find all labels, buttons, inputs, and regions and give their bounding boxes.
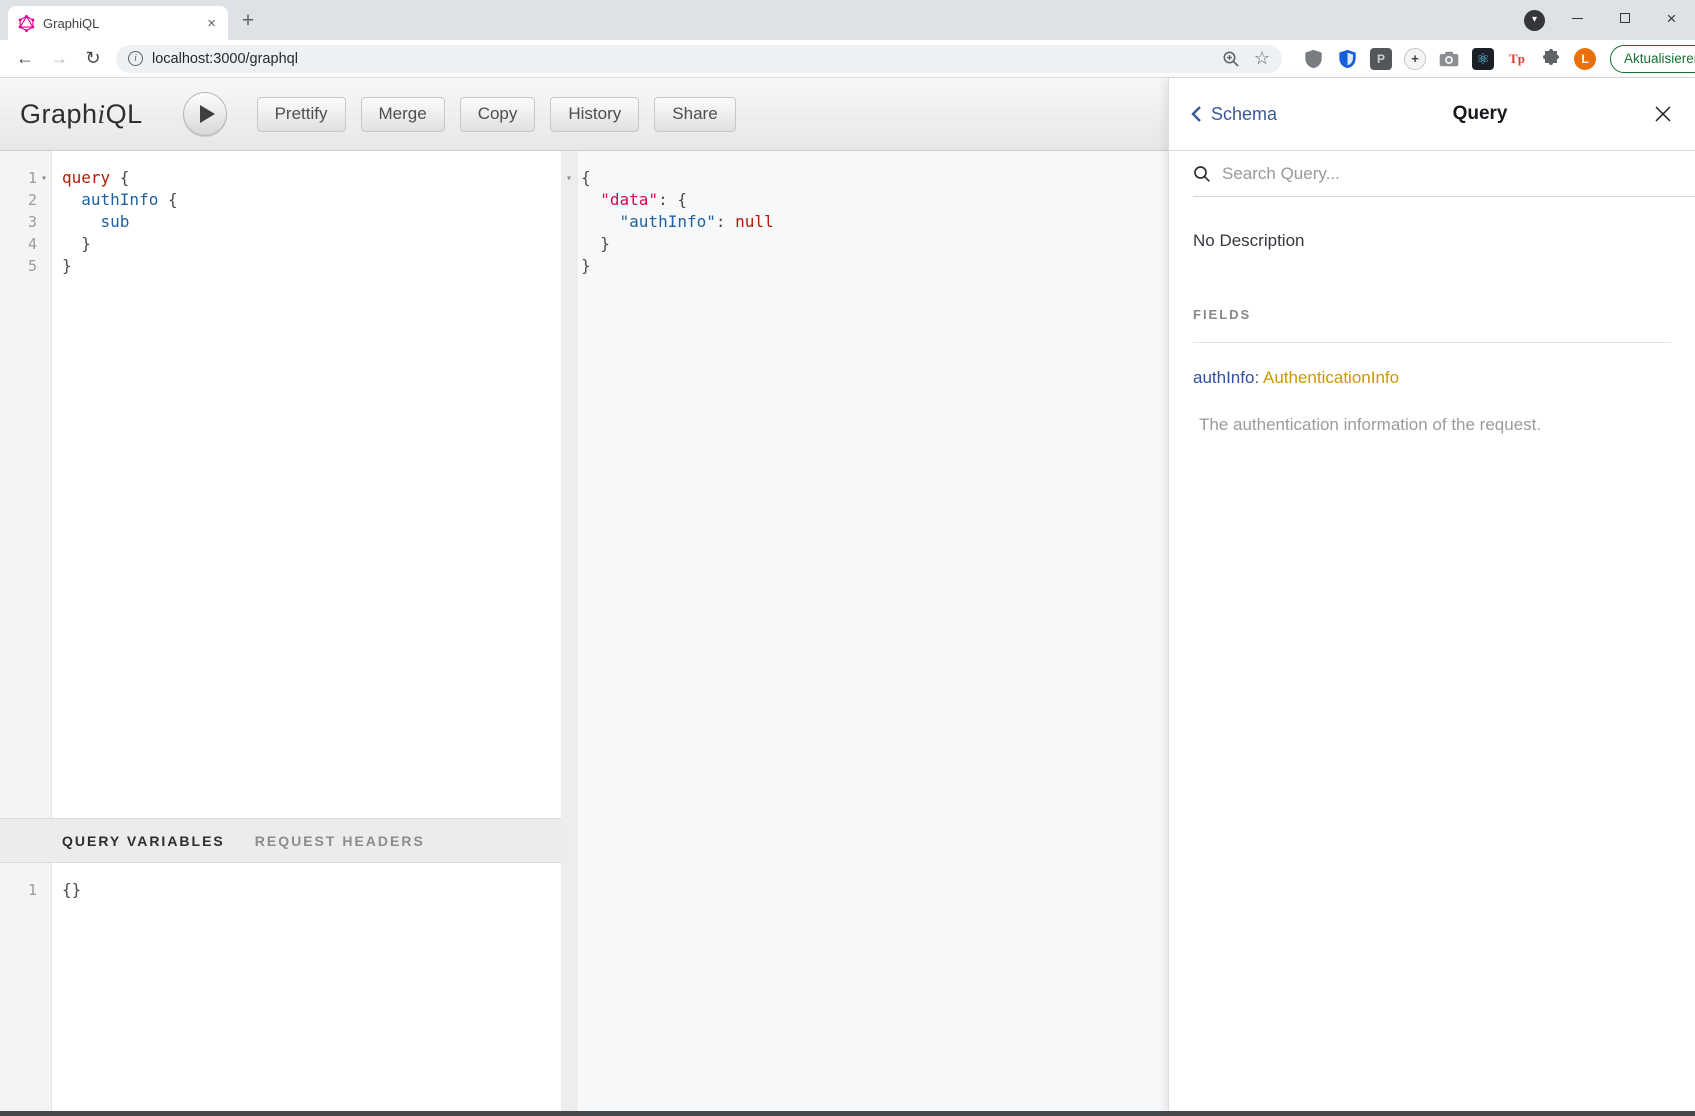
minimize-icon <box>1572 18 1583 19</box>
doc-explorer-header: Schema Query <box>1169 78 1695 151</box>
copy-button[interactable]: Copy <box>460 97 536 132</box>
variables-editor[interactable]: 1 {} <box>0 863 561 1111</box>
tab-request-headers[interactable]: REQUEST HEADERS <box>255 833 425 849</box>
react-devtools-icon[interactable]: ⚛ <box>1472 48 1494 70</box>
browser-navbar: ← → ↻ i localhost:3000/graphql ☆ P + ⚛ <box>0 40 1695 78</box>
close-x-icon <box>1653 104 1673 124</box>
doc-close-button[interactable] <box>1653 104 1673 124</box>
new-tab-button[interactable]: + <box>234 8 262 36</box>
titlebar-caret-icon[interactable]: ▾ <box>1524 10 1545 31</box>
p-extension-icon[interactable]: P <box>1370 48 1392 70</box>
result-fold-gutter: ▾ <box>561 151 578 1111</box>
type-description: No Description <box>1193 231 1671 251</box>
query-editor[interactable]: 1▾2345 query { authInfo { sub }} <box>0 151 561 818</box>
doc-title: Query <box>1277 103 1653 125</box>
graphiql-toolbar: GraphiQL Prettify Merge Copy History Sha… <box>0 78 1168 151</box>
variables-editor-code[interactable]: {} <box>52 863 81 1111</box>
field-type-link[interactable]: AuthenticationInfo <box>1263 368 1399 387</box>
minimize-button[interactable] <box>1554 0 1601 36</box>
reload-button[interactable]: ↻ <box>79 45 107 73</box>
bitwarden-shield-icon[interactable] <box>1336 48 1358 70</box>
graphql-favicon-icon <box>18 15 35 32</box>
field-row: authInfo: AuthenticationInfo <box>1193 368 1671 388</box>
browser-tab[interactable]: GraphiQL × <box>8 6 228 40</box>
chrome-update-button[interactable]: Aktualisieren ⋮ <box>1610 45 1695 73</box>
back-button[interactable]: ← <box>11 45 39 73</box>
doc-back-label: Schema <box>1211 104 1277 125</box>
extensions-row: P + ⚛ Tp L <box>1296 48 1602 70</box>
tp-extension-icon[interactable]: Tp <box>1506 48 1528 70</box>
field-name-link[interactable]: authInfo <box>1193 368 1254 387</box>
history-button[interactable]: History <box>550 97 639 132</box>
graphiql-app: GraphiQL Prettify Merge Copy History Sha… <box>0 78 1695 1111</box>
doc-search-bar <box>1193 151 1695 197</box>
field-description: The authentication information of the re… <box>1193 415 1671 435</box>
result-json: { "data": { "authInfo": null }} <box>578 151 774 1111</box>
doc-back-link[interactable]: Schema <box>1191 104 1277 125</box>
zoom-icon[interactable] <box>1222 50 1240 68</box>
graphiql-logo: GraphiQL <box>20 99 143 130</box>
variables-tab-bar: QUERY VARIABLES REQUEST HEADERS <box>0 818 561 863</box>
adblock-shield-icon[interactable] <box>1302 48 1324 70</box>
share-button[interactable]: Share <box>654 97 735 132</box>
doc-explorer-panel: Schema Query No Description FIELDS authI… <box>1168 78 1695 1111</box>
fields-divider <box>1193 342 1671 343</box>
move-cross-extension-icon[interactable]: + <box>1404 48 1426 70</box>
query-editor-gutter: 1▾2345 <box>0 151 52 818</box>
update-label: Aktualisieren <box>1624 51 1695 66</box>
chevron-left-icon <box>1191 105 1202 123</box>
forward-button[interactable]: → <box>45 45 73 73</box>
merge-button[interactable]: Merge <box>361 97 445 132</box>
play-icon <box>200 105 215 123</box>
fields-heading: FIELDS <box>1193 307 1671 322</box>
close-icon: × <box>1667 10 1677 27</box>
doc-search-input[interactable] <box>1222 164 1679 184</box>
maximize-button[interactable] <box>1601 0 1648 36</box>
url-text[interactable]: localhost:3000/graphql <box>152 51 298 67</box>
tab-query-variables[interactable]: QUERY VARIABLES <box>62 833 225 849</box>
address-bar[interactable]: i localhost:3000/graphql ☆ <box>116 45 1282 73</box>
taskbar-edge <box>0 1111 1695 1116</box>
prettify-button[interactable]: Prettify <box>257 97 346 132</box>
close-button[interactable]: × <box>1648 0 1695 36</box>
window-controls: × <box>1554 0 1695 36</box>
bookmark-star-icon[interactable]: ☆ <box>1254 48 1270 69</box>
browser-titlebar: GraphiQL × + ▾ × <box>0 0 1695 40</box>
execute-button[interactable] <box>183 92 227 136</box>
doc-content: No Description FIELDS authInfo: Authenti… <box>1169 197 1695 435</box>
extensions-puzzle-icon[interactable] <box>1540 48 1562 70</box>
maximize-icon <box>1620 13 1630 23</box>
result-viewer[interactable]: ▾ { "data": { "authInfo": null }} <box>561 151 1168 1111</box>
query-editor-code[interactable]: query { authInfo { sub }} <box>52 151 178 818</box>
toolbar-buttons: Prettify Merge Copy History Share <box>257 97 736 132</box>
profile-avatar[interactable]: L <box>1574 48 1596 70</box>
site-info-icon[interactable]: i <box>128 51 143 66</box>
camera-extension-icon[interactable] <box>1438 48 1460 70</box>
tab-title: GraphiQL <box>43 16 205 31</box>
search-icon <box>1193 165 1211 183</box>
tab-close-icon[interactable]: × <box>205 15 218 32</box>
browser-window: GraphiQL × + ▾ × ← → ↻ i localhost:3000/… <box>0 0 1695 1116</box>
variables-editor-gutter: 1 <box>0 863 52 1111</box>
